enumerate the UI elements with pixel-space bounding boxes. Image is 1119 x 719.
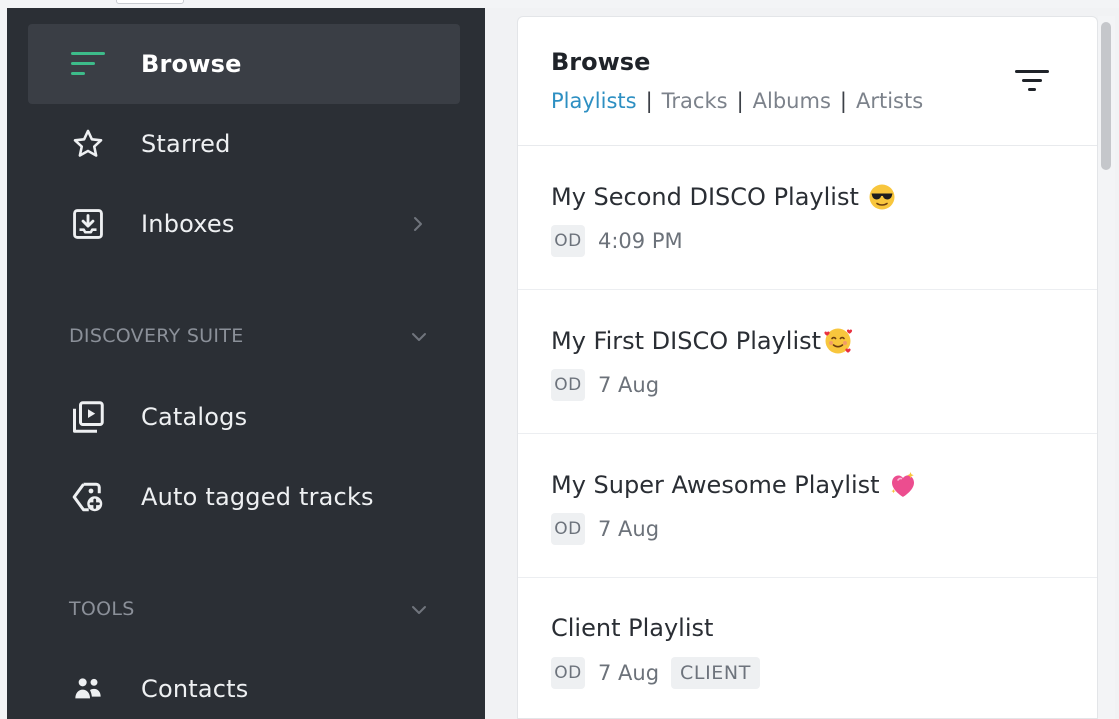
chevron-down-icon [407,325,431,349]
playlist-title-text: My First DISCO Playlist [551,327,822,355]
tab-playlists[interactable]: Playlists [551,89,637,113]
sidebar-item-browse[interactable]: Browse [28,24,460,104]
scrollbar[interactable] [1098,16,1115,719]
playlist-title: My Super Awesome Playlist [551,470,918,500]
section-label: DISCOVERY SUITE [69,325,244,347]
client-tag-badge: CLIENT [671,657,760,689]
playlist-title: Client Playlist [551,614,713,642]
star-icon [68,124,108,164]
playlist-title: My Second DISCO Playlist [551,182,897,212]
filter-icon [1013,66,1051,100]
playlist-title-text: My Super Awesome Playlist [551,471,880,499]
section-tools[interactable]: TOOLS [69,594,439,624]
scrollbar-thumb[interactable] [1101,22,1111,170]
owner-avatar: OD [551,369,585,401]
playlist-title: My First DISCO Playlist [551,326,853,356]
playlist-date: 7 Aug [598,373,660,397]
chevron-down-icon [407,598,431,622]
filter-button[interactable] [1009,65,1055,101]
chevron-right-icon[interactable] [406,212,430,236]
inbox-download-icon [68,204,108,244]
tab-artists[interactable]: Artists [856,89,923,113]
owner-avatar: OD [551,657,585,689]
playlist-title-text: Client Playlist [551,614,714,642]
playlist-date: 4:09 PM [598,229,683,253]
sidebar-item-label: Catalogs [141,403,248,431]
tab-divider: | [736,89,744,113]
playlist-row[interactable]: Client Playlist OD 7 Aug CLIENT [518,578,1097,718]
auto-tag-icon [68,477,108,517]
catalog-play-icon [68,397,108,437]
playlist-meta: OD 7 Aug [551,513,659,545]
app-window: Browse Starred Inboxes DISCOVERY SUITE C… [0,0,1119,719]
playlist-meta: OD 4:09 PM [551,225,683,257]
sparkling-heart-emoji-icon [888,470,918,500]
tab-divider: | [645,89,653,113]
playlist-date: 7 Aug [598,661,660,685]
sidebar-item-catalogs[interactable]: Catalogs [28,377,460,457]
section-discovery-suite[interactable]: DISCOVERY SUITE [69,321,439,351]
playlist-meta: OD 7 Aug [551,369,659,401]
sidebar: Browse Starred Inboxes DISCOVERY SUITE C… [7,8,485,719]
page-title: Browse [551,48,651,76]
contacts-icon [68,669,108,709]
sidebar-item-label: Starred [141,130,231,158]
sidebar-item-label: Contacts [141,675,249,703]
browse-lines-icon [68,44,108,84]
sidebar-item-label: Inboxes [141,210,235,238]
playlist-meta: OD 7 Aug CLIENT [551,657,760,689]
sidebar-item-label: Browse [141,50,242,78]
sidebar-item-starred[interactable]: Starred [28,104,460,184]
sidebar-item-inboxes[interactable]: Inboxes [28,184,460,264]
playlist-date: 7 Aug [598,517,660,541]
tab-divider: | [839,89,847,113]
top-strip [0,0,1119,8]
playlist-row[interactable]: My First DISCO Playlist OD 7 Aug [518,290,1097,434]
section-label: TOOLS [69,598,135,620]
sunglasses-emoji-icon [867,182,897,212]
smiling-hearts-emoji-icon [823,326,853,356]
browse-panel: Browse Playlists | Tracks | Albums | Art… [517,16,1098,719]
top-field-sliver [116,0,184,4]
panel-header: Browse Playlists | Tracks | Albums | Art… [518,17,1097,146]
owner-avatar: OD [551,513,585,545]
left-edge [0,0,7,719]
playlist-row[interactable]: My Second DISCO Playlist OD 4:09 PM [518,146,1097,290]
browse-tabs: Playlists | Tracks | Albums | Artists [551,89,923,113]
sidebar-item-label: Auto tagged tracks [141,483,374,511]
sidebar-item-contacts[interactable]: Contacts [28,649,460,719]
playlist-title-text: My Second DISCO Playlist [551,183,859,211]
playlist-row[interactable]: My Super Awesome Playlist OD 7 Aug [518,434,1097,578]
tab-tracks[interactable]: Tracks [662,89,728,113]
owner-avatar: OD [551,225,585,257]
sidebar-item-auto-tagged-tracks[interactable]: Auto tagged tracks [28,457,460,537]
tab-albums[interactable]: Albums [753,89,831,113]
